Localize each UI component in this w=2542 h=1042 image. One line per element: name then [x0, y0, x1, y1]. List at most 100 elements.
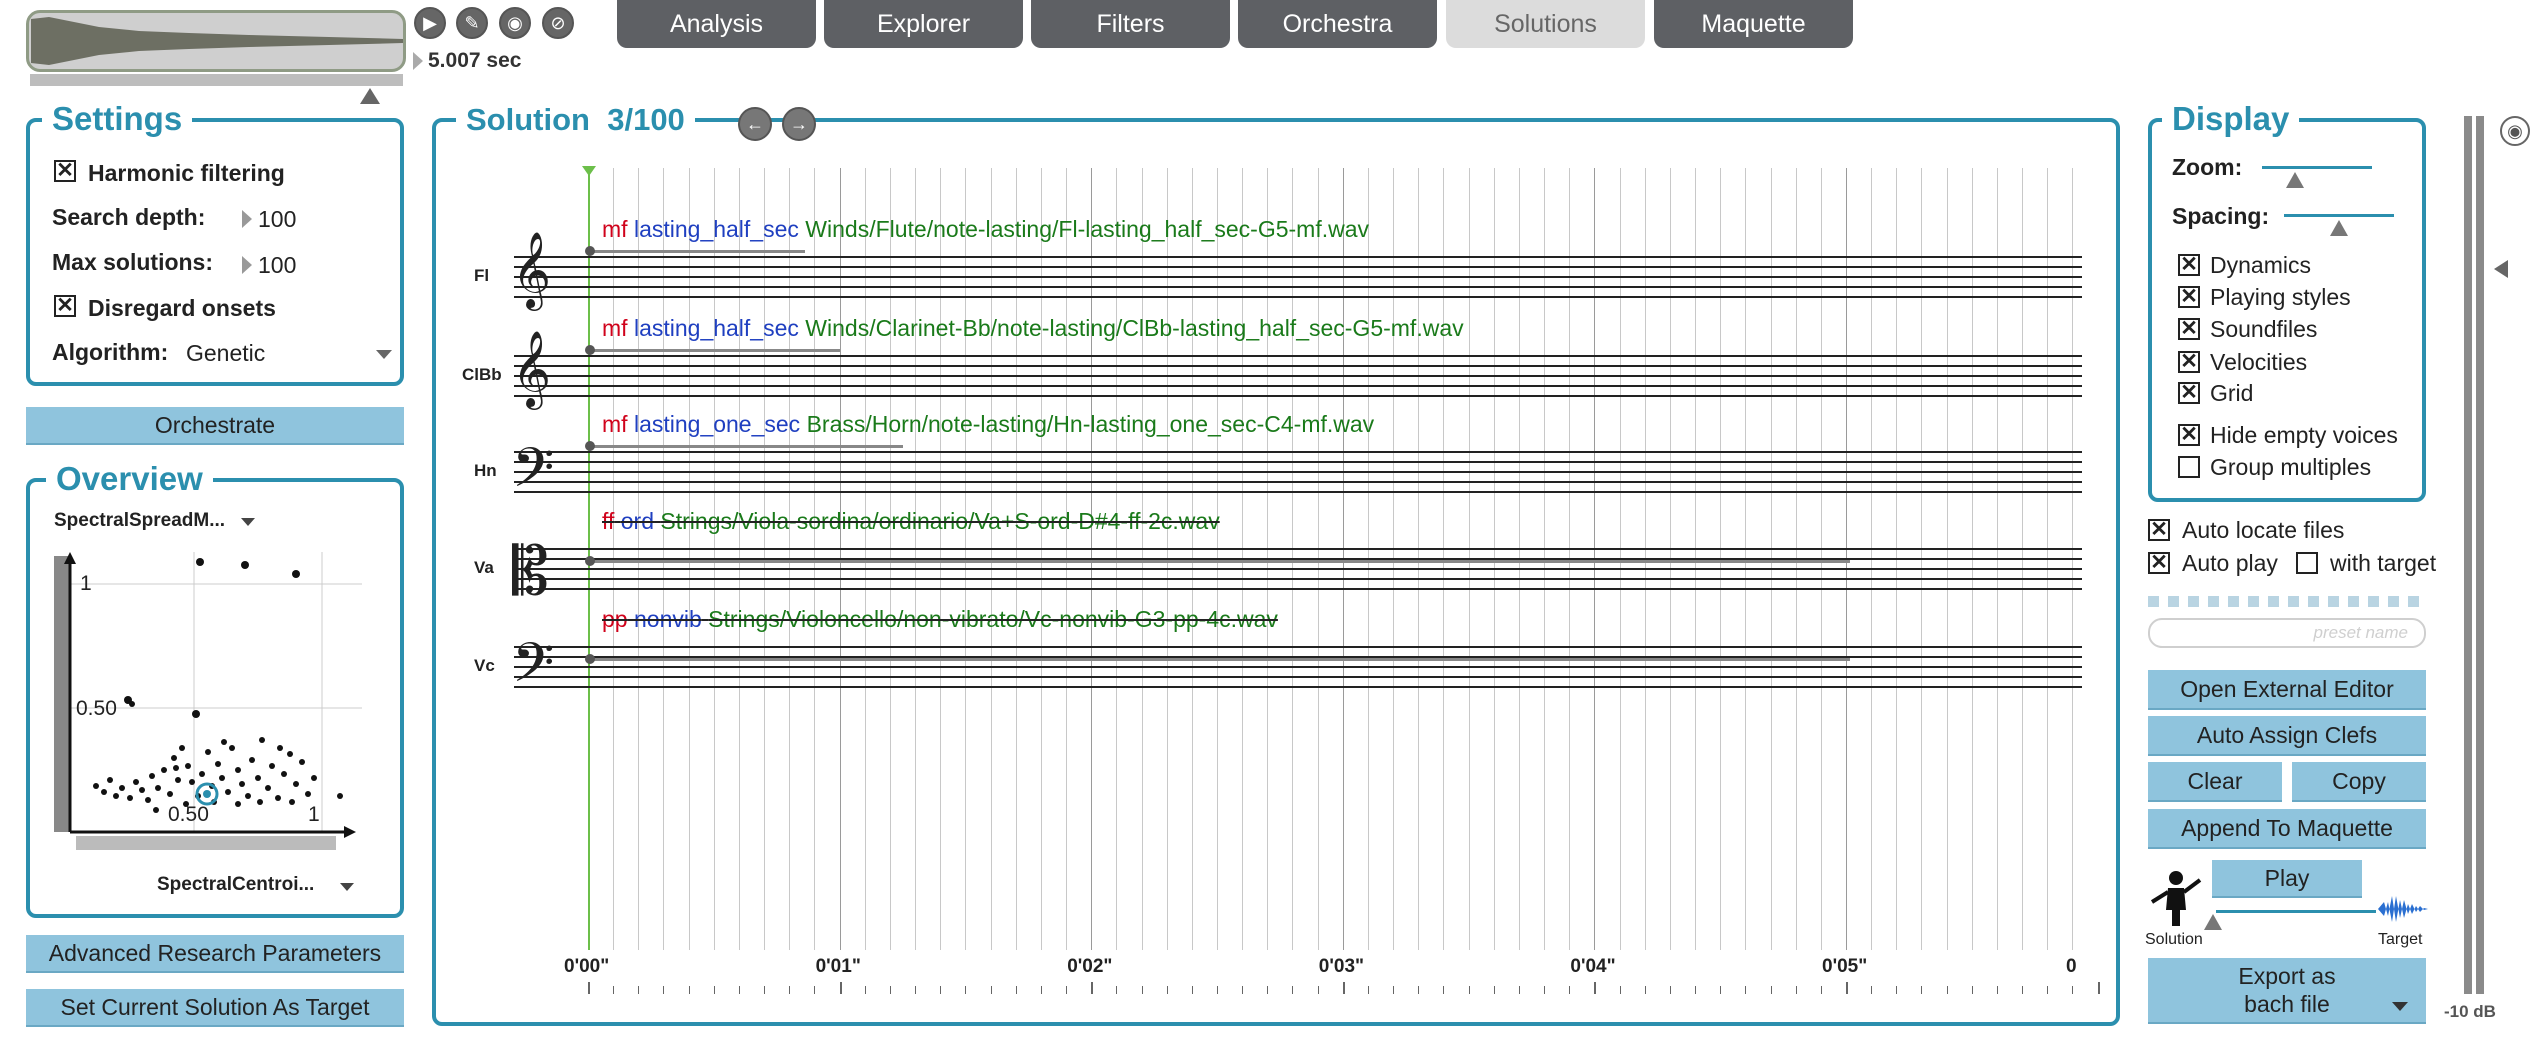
waveform-scrollbar[interactable] — [30, 74, 403, 86]
display-option-checkbox[interactable]: ✕ — [2178, 424, 2200, 446]
tab-maquette[interactable]: Maquette — [1654, 0, 1853, 48]
with-target-checkbox[interactable] — [2296, 552, 2318, 574]
time-tick — [1066, 986, 1068, 994]
preset-slot[interactable] — [2148, 596, 2159, 607]
notehead[interactable] — [585, 654, 595, 664]
stop-icon[interactable]: ⊘ — [542, 7, 574, 39]
tab-filters[interactable]: Filters — [1031, 0, 1230, 48]
preset-slot[interactable] — [2268, 596, 2279, 607]
export-dropdown-icon[interactable] — [2392, 1002, 2408, 1011]
export-button[interactable]: Export as bach file — [2148, 958, 2426, 1024]
notehead[interactable] — [585, 556, 595, 566]
preset-slot[interactable] — [2168, 596, 2179, 607]
max-solutions-value[interactable]: 100 — [258, 252, 296, 279]
advanced-research-parameters-button[interactable]: Advanced Research Parameters — [26, 935, 404, 973]
staff-line — [514, 375, 2082, 377]
play-icon[interactable]: ▶ — [414, 7, 446, 39]
pencil-icon[interactable]: ✎ — [456, 7, 488, 39]
display-option-checkbox[interactable]: ✕ — [2178, 254, 2200, 276]
display-option-checkbox[interactable]: ✕ — [2178, 382, 2200, 404]
spacing-slider-handle[interactable] — [2330, 220, 2348, 236]
note-duration-bar[interactable] — [590, 560, 1850, 563]
tab-orchestra[interactable]: Orchestra — [1238, 0, 1437, 48]
tab-analysis[interactable]: Analysis — [617, 0, 816, 48]
preset-slot[interactable] — [2208, 596, 2219, 607]
x-feature-dropdown-icon[interactable] — [340, 883, 354, 891]
note-annotation[interactable]: pp nonvib Strings/Violoncello/non-vibrat… — [602, 606, 1278, 633]
append-to-maquette-button[interactable]: Append To Maquette — [2148, 809, 2426, 849]
time-tick — [789, 986, 791, 994]
disregard-onsets-checkbox[interactable]: ✕ — [54, 295, 76, 317]
note-duration-bar[interactable] — [590, 349, 840, 352]
note-annotation[interactable]: mf lasting_half_sec Winds/Clarinet-Bb/no… — [602, 315, 1464, 342]
time-tick — [1946, 986, 1948, 994]
copy-button[interactable]: Copy — [2292, 762, 2426, 802]
clear-button[interactable]: Clear — [2148, 762, 2282, 802]
preset-slot[interactable] — [2348, 596, 2359, 607]
time-tick — [663, 986, 665, 994]
orchestrate-button[interactable]: Orchestrate — [26, 407, 404, 445]
disregard-onsets-label: Disregard onsets — [88, 295, 276, 321]
notehead[interactable] — [585, 246, 595, 256]
preset-slot[interactable] — [2308, 596, 2319, 607]
play-button[interactable]: Play — [2212, 860, 2362, 898]
dynamic-marking: ff — [602, 508, 615, 534]
algorithm-select[interactable]: Genetic — [186, 340, 265, 367]
spacing-slider[interactable] — [2284, 214, 2394, 217]
solution-target-crossfade-slider[interactable] — [2216, 910, 2376, 913]
zoom-slider[interactable] — [2262, 166, 2372, 169]
note-duration-bar[interactable] — [590, 445, 903, 448]
display-option-checkbox[interactable]: ✕ — [2178, 286, 2200, 308]
time-tick — [1770, 986, 1772, 994]
note-annotation[interactable]: mf lasting_one_sec Brass/Horn/note-lasti… — [602, 411, 1374, 438]
time-tick — [1871, 986, 1873, 994]
tab-solutions[interactable]: Solutions — [1446, 0, 1645, 48]
preset-slot[interactable] — [2328, 596, 2339, 607]
solution-label: Solution — [2145, 931, 2203, 948]
harmonic-filtering-checkbox[interactable]: ✕ — [54, 160, 76, 182]
target-waveform-thumbnail[interactable] — [26, 10, 406, 72]
crossfade-handle[interactable] — [2204, 914, 2222, 930]
note-duration-bar[interactable] — [590, 658, 1850, 661]
record-icon[interactable]: ◉ — [499, 7, 531, 39]
time-tick — [1141, 986, 1143, 994]
dynamic-marking: mf — [602, 315, 628, 341]
preset-slot[interactable] — [2188, 596, 2199, 607]
open-external-editor-button[interactable]: Open External Editor — [2148, 670, 2426, 710]
auto-play-checkbox[interactable]: ✕ — [2148, 552, 2170, 574]
algorithm-dropdown-icon[interactable] — [376, 350, 392, 359]
display-option-checkbox[interactable]: ✕ — [2178, 318, 2200, 340]
preset-slot[interactable] — [2248, 596, 2259, 607]
y-feature-select[interactable]: SpectralSpreadM... — [54, 510, 225, 532]
search-depth-value[interactable]: 100 — [258, 206, 296, 233]
time-tick — [1166, 986, 1168, 994]
meter-settings-icon[interactable]: ◉ — [2500, 116, 2530, 146]
notehead[interactable] — [585, 441, 595, 451]
time-tick — [688, 986, 690, 994]
notehead[interactable] — [585, 345, 595, 355]
preset-slot[interactable] — [2388, 596, 2399, 607]
set-current-solution-as-target-button[interactable]: Set Current Solution As Target — [26, 989, 404, 1027]
zoom-slider-handle[interactable] — [2286, 172, 2304, 188]
preset-slot[interactable] — [2228, 596, 2239, 607]
meter-level-handle[interactable] — [2494, 260, 2508, 278]
playhead-handle[interactable] — [360, 88, 380, 104]
auto-locate-files-checkbox[interactable]: ✕ — [2148, 519, 2170, 541]
preset-slot[interactable] — [2368, 596, 2379, 607]
note-annotation[interactable]: ff ord Strings/Viola-sordina/ordinario/V… — [602, 508, 1220, 535]
display-option-checkbox[interactable] — [2178, 456, 2200, 478]
x-feature-select[interactable]: SpectralCentroi... — [157, 874, 314, 896]
tab-explorer[interactable]: Explorer — [824, 0, 1023, 48]
preset-name-field[interactable]: preset name — [2148, 618, 2426, 648]
display-option-checkbox[interactable]: ✕ — [2178, 351, 2200, 373]
preset-slot[interactable] — [2288, 596, 2299, 607]
playback-cursor-head-icon[interactable] — [582, 166, 596, 176]
note-duration-bar[interactable] — [590, 250, 805, 253]
preset-slot[interactable] — [2408, 596, 2419, 607]
note-annotation[interactable]: mf lasting_half_sec Winds/Flute/note-las… — [602, 216, 1369, 243]
auto-assign-clefs-button[interactable]: Auto Assign Clefs — [2148, 716, 2426, 756]
previous-solution-icon[interactable]: ← — [738, 107, 772, 141]
soundfile-path: Winds/Clarinet-Bb/note-lasting/ClBb-last… — [805, 315, 1464, 341]
next-solution-icon[interactable]: → — [782, 107, 816, 141]
y-feature-dropdown-icon[interactable] — [241, 518, 255, 526]
